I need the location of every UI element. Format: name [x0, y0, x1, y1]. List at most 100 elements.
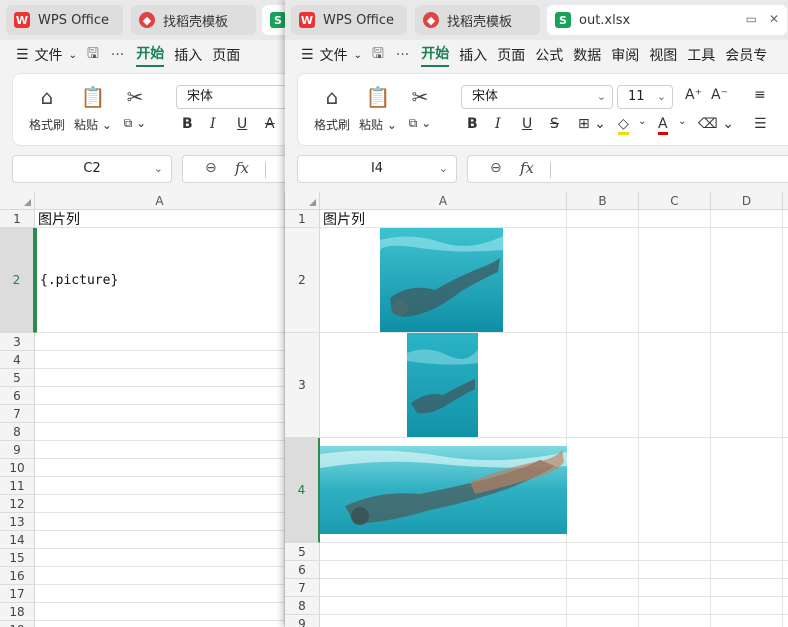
grid-cell[interactable]	[639, 210, 711, 228]
grid-cell[interactable]	[567, 438, 639, 543]
row-header-1[interactable]: 1	[285, 210, 320, 228]
grid-cell[interactable]	[35, 495, 285, 513]
grid-cell[interactable]	[639, 333, 711, 438]
menu-review[interactable]: 审阅	[611, 45, 639, 65]
row-header-2[interactable]: 2	[0, 228, 35, 333]
tab-template[interactable]: ◆ 找稻壳模板	[415, 5, 540, 35]
grid-cell[interactable]	[567, 228, 639, 333]
grid-cell[interactable]	[35, 333, 285, 351]
strikethrough-button[interactable]: A	[265, 116, 275, 132]
cell-a1[interactable]: 图片列	[320, 210, 567, 228]
format-painter-button[interactable]: ⌂ 格式刷	[310, 84, 354, 133]
grid-cell[interactable]	[783, 333, 788, 438]
grid-cell[interactable]	[711, 333, 783, 438]
menu-page[interactable]: 页面	[497, 45, 525, 65]
grid-cell[interactable]	[639, 543, 711, 561]
formula-input[interactable]: ⊖ fx	[182, 155, 300, 183]
grid-cell[interactable]	[35, 621, 285, 627]
sheet-grid[interactable]: A B C D 123456789 图片列	[285, 192, 788, 627]
border-icon[interactable]: ⊞ ⌄	[578, 116, 606, 132]
grid-cell[interactable]	[35, 441, 285, 459]
cell-a1[interactable]: 图片列	[35, 210, 285, 228]
grid-cell[interactable]	[567, 210, 639, 228]
menu-home[interactable]: 开始	[421, 43, 450, 67]
grid-cell[interactable]	[711, 228, 783, 333]
grid-cell[interactable]	[35, 603, 285, 621]
grid-cell[interactable]	[35, 513, 285, 531]
select-all-corner[interactable]	[285, 192, 320, 210]
row-header-7[interactable]: 7	[0, 405, 35, 423]
grid-cell[interactable]	[567, 597, 639, 615]
italic-button[interactable]: I	[495, 116, 501, 132]
row-header-12[interactable]: 12	[0, 495, 35, 513]
row-header-15[interactable]: 15	[0, 549, 35, 567]
row-header-2[interactable]: 2	[285, 228, 320, 333]
grid-cell[interactable]	[711, 579, 783, 597]
menu-formula[interactable]: 公式	[535, 45, 563, 65]
grid-cell[interactable]	[783, 615, 788, 627]
grid-cell[interactable]	[567, 561, 639, 579]
name-box[interactable]: C2 ⌄	[12, 155, 172, 183]
grid-cell[interactable]	[783, 561, 788, 579]
grid-cell[interactable]	[639, 228, 711, 333]
menu-member[interactable]: 会员专	[725, 45, 767, 65]
column-header-a[interactable]: A	[320, 192, 567, 210]
row-header-3[interactable]: 3	[285, 333, 320, 438]
column-header-b[interactable]: B	[567, 192, 639, 210]
menu-home[interactable]: 开始	[136, 43, 165, 67]
grid-cell[interactable]	[567, 579, 639, 597]
row-header-19[interactable]: 19	[0, 621, 35, 627]
grid-cell[interactable]	[35, 585, 285, 603]
formula-input[interactable]: ⊖ fx	[467, 155, 788, 183]
menu-tools[interactable]: 工具	[687, 45, 715, 65]
align-top-icon[interactable]: ≡	[754, 87, 766, 103]
grid-cell[interactable]	[783, 543, 788, 561]
row-header-8[interactable]: 8	[285, 597, 320, 615]
grid-cell[interactable]	[711, 597, 783, 615]
tab-wps-office[interactable]: W WPS Office	[291, 5, 407, 35]
grid-cell[interactable]	[320, 597, 567, 615]
grid-cell[interactable]	[35, 549, 285, 567]
grid-cell[interactable]	[35, 369, 285, 387]
grid-cell[interactable]	[35, 423, 285, 441]
column-header-c[interactable]: C	[639, 192, 711, 210]
decrease-font-icon[interactable]: A⁻	[711, 87, 728, 103]
menu-data[interactable]: 数据	[573, 45, 601, 65]
underline-button[interactable]: U	[522, 116, 532, 132]
bold-button[interactable]: B	[182, 116, 193, 132]
grid-cell[interactable]	[783, 438, 788, 543]
close-icon[interactable]: ✕	[769, 12, 779, 26]
row-header-8[interactable]: 8	[0, 423, 35, 441]
tab-out-xlsx[interactable]: S out.xlsx ▭ ✕	[547, 5, 787, 35]
bold-button[interactable]: B	[467, 116, 478, 132]
grid-cell[interactable]	[320, 543, 567, 561]
grid-cell[interactable]	[35, 405, 285, 423]
grid-cell[interactable]	[783, 228, 788, 333]
save-icon[interactable]: 🖫	[372, 43, 384, 67]
tab-template[interactable]: ◆ 找稻壳模板	[131, 5, 256, 35]
fill-color-icon[interactable]: ◇	[618, 116, 629, 135]
menu-file[interactable]: ☰ 文件 ⌄	[16, 45, 77, 65]
row-header-11[interactable]: 11	[0, 477, 35, 495]
align-left-icon[interactable]: ☰	[754, 116, 767, 132]
grid-cell[interactable]	[711, 210, 783, 228]
grid-cell[interactable]	[567, 333, 639, 438]
grid-cell[interactable]	[320, 561, 567, 579]
grid-cell[interactable]	[35, 567, 285, 585]
row-header-13[interactable]: 13	[0, 513, 35, 531]
grid-cell[interactable]	[35, 531, 285, 549]
swimmer-photo-2[interactable]	[407, 333, 478, 437]
increase-font-icon[interactable]: A⁺	[685, 87, 702, 103]
menu-view[interactable]: 视图	[649, 45, 677, 65]
grid-cell[interactable]	[35, 459, 285, 477]
mermaid-photo[interactable]	[320, 446, 567, 534]
strikethrough-button[interactable]: S	[550, 116, 559, 132]
underline-button[interactable]: U	[237, 116, 247, 132]
format-painter-button[interactable]: ⌂ 格式刷	[25, 84, 69, 133]
row-header-18[interactable]: 18	[0, 603, 35, 621]
swimmer-photo-1[interactable]	[380, 228, 503, 332]
grid-cell[interactable]	[567, 543, 639, 561]
menu-page[interactable]: 页面	[212, 45, 240, 65]
grid-cell[interactable]	[567, 615, 639, 627]
more-icon[interactable]: ···	[396, 47, 409, 63]
